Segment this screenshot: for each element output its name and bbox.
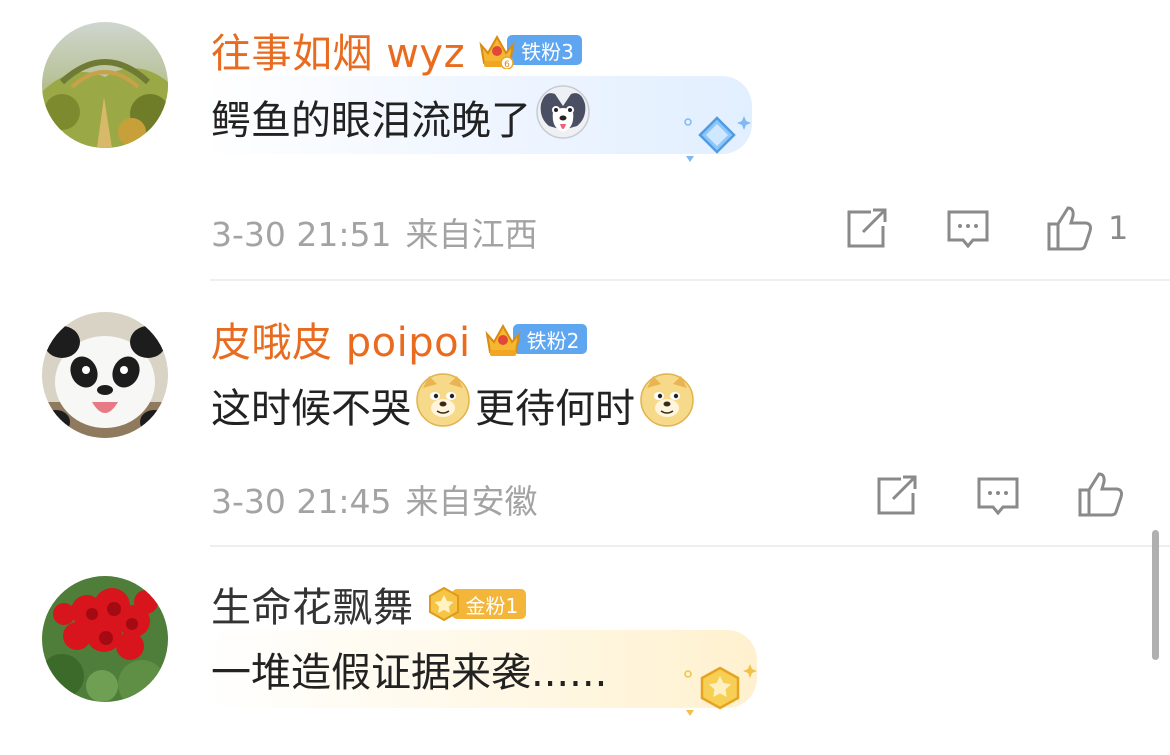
comment-text: 鳄鱼的眼泪流晚了 xyxy=(211,98,531,144)
star-decoration-icon xyxy=(684,664,757,716)
username-row: 往事如烟 wyz 6 铁粉3 xyxy=(211,25,582,77)
comment-time: 3-30 21:45 xyxy=(211,482,392,521)
comment-text-row: 这时候不哭 更待何时 xyxy=(211,373,699,434)
fan-badge[interactable]: 6 铁粉3 xyxy=(477,33,582,69)
svg-text:6: 6 xyxy=(504,60,510,69)
avatar[interactable] xyxy=(42,312,168,438)
comment-meta: 3-30 21:51 来自江西 xyxy=(211,208,552,256)
badge-label: 铁粉3 xyxy=(507,35,582,65)
like-button[interactable] xyxy=(1077,470,1139,518)
comment-text-row: 鳄鱼的眼泪流晚了 xyxy=(211,85,595,146)
username[interactable]: 皮哦皮 poipoi xyxy=(211,310,471,368)
comment-text: 一堆造假证据来袭...... xyxy=(211,650,608,696)
share-button[interactable] xyxy=(845,208,889,250)
reply-button[interactable] xyxy=(946,208,990,252)
share-icon xyxy=(847,208,887,248)
thumbs-up-icon xyxy=(1078,472,1123,517)
comment-location: 来自安徽 xyxy=(405,482,538,521)
doge-emoji-icon xyxy=(639,372,695,438)
husky-emoji-icon xyxy=(535,84,591,150)
comment-location: 来自江西 xyxy=(405,215,538,254)
crown-icon: 6 xyxy=(479,34,515,69)
comment-item: 皮哦皮 poipoi 铁粉2 这时候不哭 更待何时 3-30 21:45 来自安… xyxy=(0,280,1170,545)
comment-item: 生命花飘舞 金粉1 一堆造假证据来袭...... xyxy=(0,546,1170,755)
badge-label: 铁粉2 xyxy=(512,324,588,354)
comment-icon xyxy=(977,477,1019,516)
badge-label: 金粉1 xyxy=(451,589,527,619)
doge-emoji-icon xyxy=(415,372,471,438)
username-row: 皮哦皮 poipoi 铁粉2 xyxy=(211,314,588,366)
comment-time: 3-30 21:51 xyxy=(211,215,392,254)
like-count: 1 xyxy=(1108,209,1129,247)
comment-text: 更待何时 xyxy=(475,386,635,432)
diamond-decoration-icon xyxy=(684,116,751,162)
star-badge-icon xyxy=(428,586,459,622)
share-button[interactable] xyxy=(875,475,919,517)
fan-badge[interactable]: 金粉1 xyxy=(426,586,527,622)
comment-icon xyxy=(947,210,989,249)
comment-item: 往事如烟 wyz 6 铁粉3 鳄鱼的眼泪流晚了 3-30 21:51 来自江西 … xyxy=(0,0,1170,280)
username[interactable]: 往事如烟 wyz xyxy=(211,21,465,79)
reply-button[interactable] xyxy=(976,475,1020,519)
comment-text: 这时候不哭 xyxy=(211,386,411,432)
like-button[interactable]: 1 xyxy=(1046,204,1128,252)
fan-badge[interactable]: 铁粉2 xyxy=(483,322,588,356)
crown-icon xyxy=(485,323,521,356)
share-icon xyxy=(877,475,917,515)
username[interactable]: 生命花飘舞 xyxy=(211,575,414,633)
avatar[interactable] xyxy=(42,22,168,148)
scrollbar[interactable] xyxy=(1152,530,1159,660)
username-row: 生命花飘舞 金粉1 xyxy=(211,579,527,631)
comment-text-row: 一堆造假证据来袭...... xyxy=(211,640,607,698)
thumbs-up-icon xyxy=(1047,206,1092,251)
comment-meta: 3-30 21:45 来自安徽 xyxy=(211,475,552,523)
avatar[interactable] xyxy=(42,576,168,702)
